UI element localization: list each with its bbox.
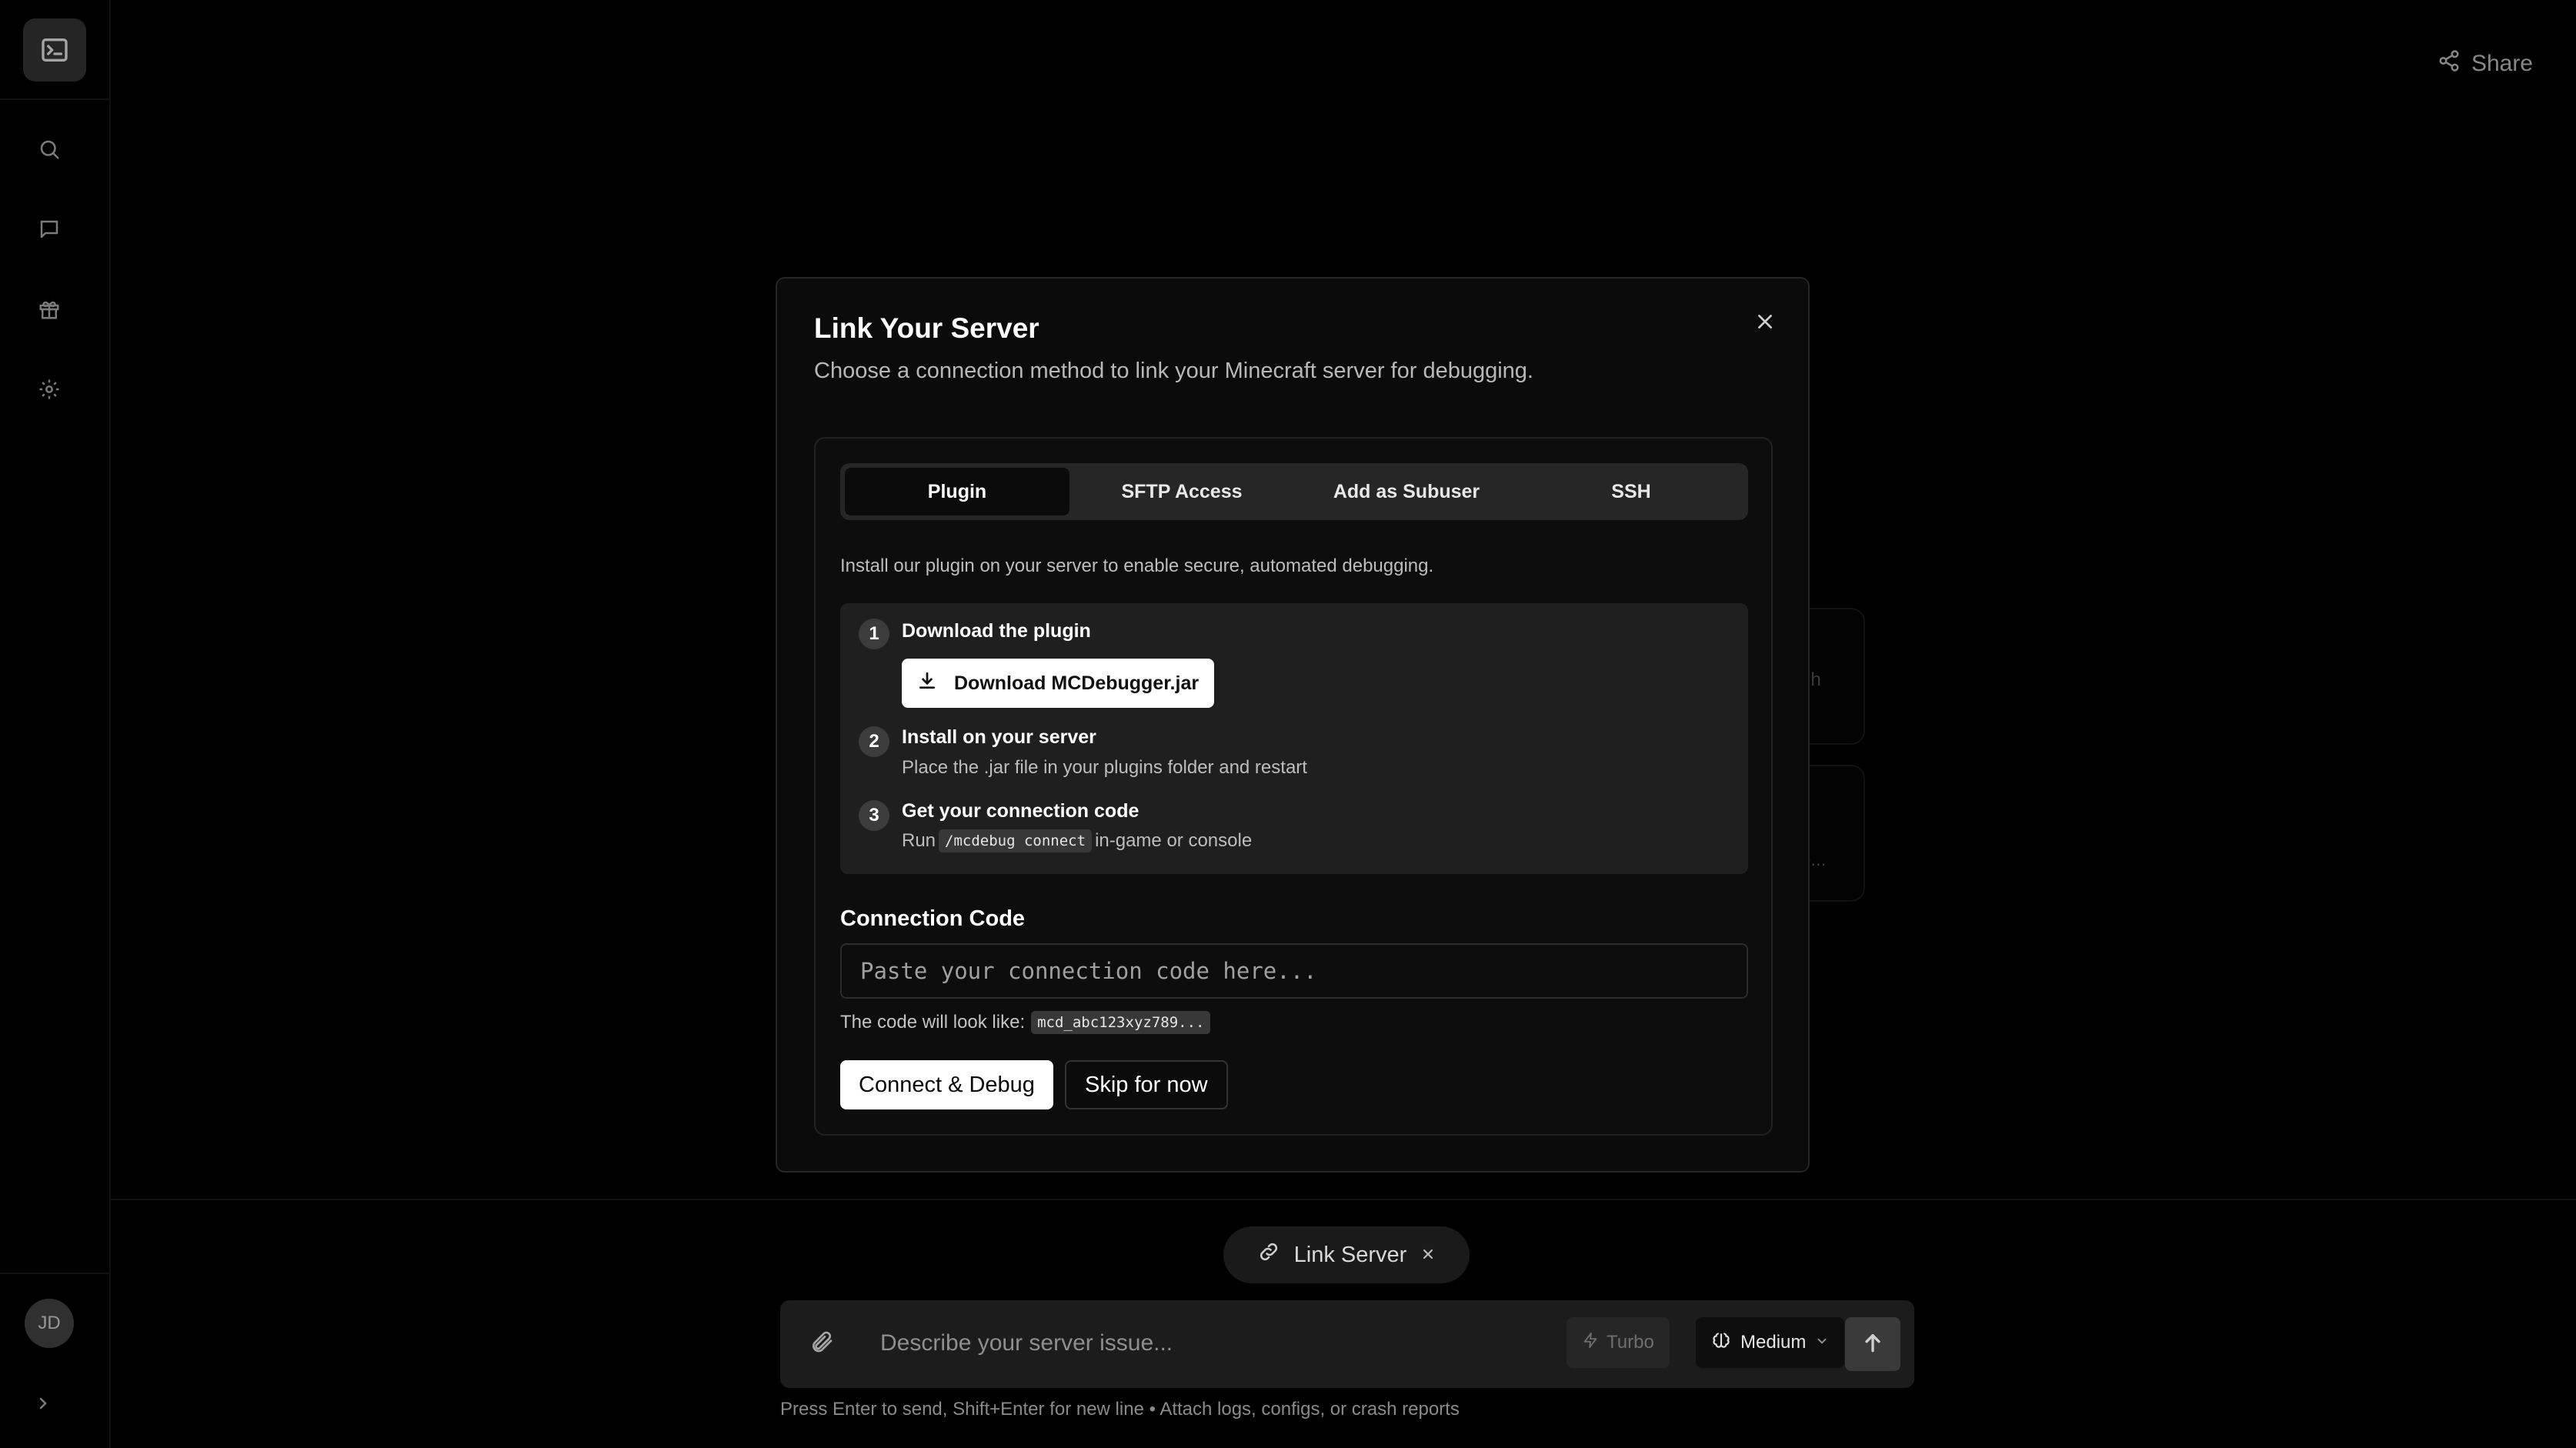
connection-code-hint: The code will look like: mcd_abc123xyz78…: [840, 1011, 1213, 1034]
hint-example-code: mcd_abc123xyz789...: [1031, 1011, 1211, 1034]
turbo-label: Turbo: [1607, 1332, 1654, 1353]
hint-prefix: The code will look like:: [840, 1012, 1026, 1033]
step-desc-suffix: in-game or console: [1095, 830, 1253, 851]
tab-sftp-access[interactable]: SFTP Access: [1069, 468, 1294, 515]
skip-button[interactable]: Skip for now: [1065, 1060, 1228, 1109]
step-description: Place the .jar file in your plugins fold…: [902, 757, 1307, 778]
tab-ssh[interactable]: SSH: [1519, 468, 1743, 515]
step-number: 1: [859, 619, 889, 649]
chip-close-icon[interactable]: [1420, 1243, 1436, 1268]
step-desc-prefix: Run: [902, 830, 936, 851]
step-description: Run /mcdebug connect in-game or console: [902, 829, 1252, 852]
modal-title: Link Your Server: [814, 312, 1039, 344]
step-title: Download the plugin: [902, 620, 1091, 642]
chevron-down-icon: [1815, 1332, 1829, 1353]
arrow-up-icon: [1860, 1330, 1885, 1359]
steps-box: 1 Download the plugin Download MCDebugge…: [840, 603, 1748, 874]
step-title: Get your connection code: [902, 800, 1140, 822]
plugin-intro: Install our plugin on your server to ena…: [840, 556, 1434, 576]
method-tabs: Plugin SFTP Access Add as Subuser SSH: [840, 463, 1748, 520]
step-title: Install on your server: [902, 726, 1096, 748]
connect-debug-button[interactable]: Connect & Debug: [840, 1060, 1053, 1109]
step-number: 2: [859, 726, 889, 757]
message-input[interactable]: [880, 1323, 1496, 1363]
brain-icon: [1711, 1330, 1731, 1356]
step-number: 3: [859, 800, 889, 831]
medium-label: Medium: [1740, 1332, 1807, 1353]
bottom-divider: [111, 1199, 2576, 1200]
connection-code-input[interactable]: [840, 943, 1748, 999]
download-plugin-button[interactable]: Download MCDebugger.jar: [902, 659, 1215, 708]
modal-subtitle: Choose a connection method to link your …: [814, 359, 1533, 383]
connection-code-label: Connection Code: [840, 906, 1026, 931]
link-server-chip[interactable]: Link Server: [1223, 1226, 1470, 1283]
link-server-modal: Link Your Server Choose a connection met…: [776, 277, 1810, 1173]
tab-plugin[interactable]: Plugin: [845, 468, 1069, 515]
download-icon: [917, 671, 937, 696]
link-icon: [1257, 1240, 1280, 1270]
composer-hint: Press Enter to send, Shift+Enter for new…: [780, 1399, 1460, 1420]
chip-label: Link Server: [1293, 1242, 1407, 1267]
model-effort-select[interactable]: Medium: [1696, 1317, 1845, 1368]
turbo-toggle[interactable]: Turbo: [1567, 1317, 1670, 1368]
message-composer: Turbo Medium: [780, 1300, 1914, 1388]
tab-add-as-subuser[interactable]: Add as Subuser: [1294, 468, 1519, 515]
send-button[interactable]: [1845, 1317, 1900, 1371]
download-label: Download MCDebugger.jar: [954, 672, 1200, 694]
lightning-icon: [1582, 1332, 1599, 1354]
close-icon[interactable]: [1750, 306, 1780, 337]
command-code: /mcdebug connect: [939, 829, 1093, 852]
paperclip-icon[interactable]: [809, 1330, 834, 1358]
connection-panel: Plugin SFTP Access Add as Subuser SSH In…: [814, 437, 1773, 1136]
